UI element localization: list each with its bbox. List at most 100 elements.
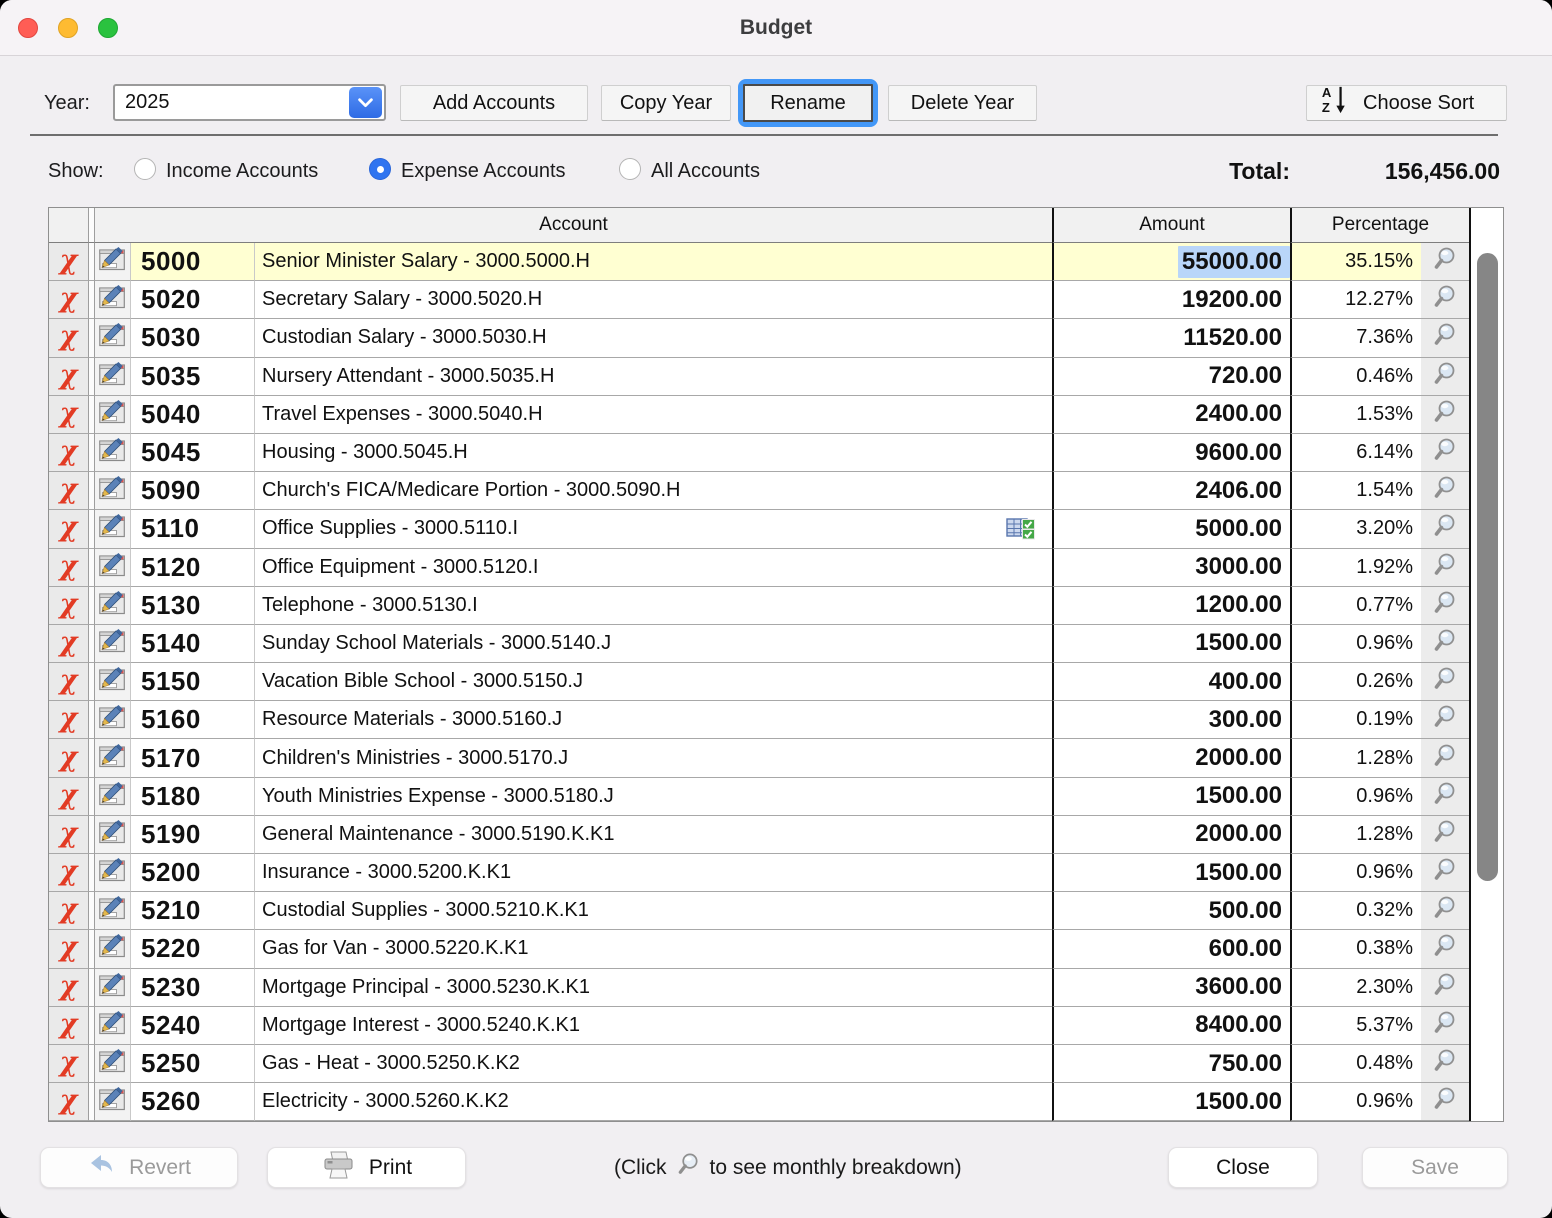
delete-row-button[interactable]: χ <box>49 396 89 434</box>
account-name-cell[interactable]: Travel Expenses - 3000.5040.H <box>255 396 1052 434</box>
delete-row-button[interactable]: χ <box>49 1045 89 1083</box>
table-scrollbar[interactable] <box>1469 208 1503 1121</box>
account-number-cell[interactable]: 5260 <box>131 1083 255 1121</box>
account-number-cell[interactable]: 5190 <box>131 816 255 854</box>
account-name-cell[interactable]: Electricity - 3000.5260.K.K2 <box>255 1083 1052 1121</box>
monthly-breakdown-button[interactable] <box>1421 930 1469 967</box>
amount-cell[interactable]: 19200.00 <box>1052 281 1290 319</box>
delete-year-button[interactable]: Delete Year <box>888 85 1037 121</box>
revert-button[interactable]: Revert <box>40 1147 238 1188</box>
monthly-breakdown-button[interactable] <box>1421 319 1469 356</box>
close-button[interactable]: Close <box>1168 1147 1318 1188</box>
amount-cell[interactable]: 5000.00 <box>1052 510 1290 548</box>
account-name-cell[interactable]: Vacation Bible School - 3000.5150.J <box>255 663 1052 701</box>
account-number-cell[interactable]: 5045 <box>131 434 255 472</box>
amount-cell[interactable]: 1500.00 <box>1052 1083 1290 1121</box>
edit-row-button[interactable] <box>95 358 131 396</box>
delete-row-button[interactable]: χ <box>49 319 89 357</box>
amount-cell[interactable]: 600.00 <box>1052 930 1290 968</box>
amount-cell[interactable]: 1500.00 <box>1052 625 1290 663</box>
edit-row-button[interactable] <box>95 739 131 777</box>
monthly-breakdown-button[interactable] <box>1421 1083 1469 1120</box>
account-name-cell[interactable]: Nursery Attendant - 3000.5035.H <box>255 358 1052 396</box>
account-number-cell[interactable]: 5250 <box>131 1045 255 1083</box>
edit-row-button[interactable] <box>95 281 131 319</box>
monthly-breakdown-button[interactable] <box>1421 434 1469 471</box>
account-number-cell[interactable]: 5240 <box>131 1007 255 1045</box>
delete-row-button[interactable]: χ <box>49 663 89 701</box>
account-number-cell[interactable]: 5160 <box>131 701 255 739</box>
monthly-breakdown-button[interactable] <box>1421 587 1469 624</box>
edit-row-button[interactable] <box>95 969 131 1007</box>
account-name-cell[interactable]: Office Equipment - 3000.5120.I <box>255 549 1052 587</box>
delete-row-button[interactable]: χ <box>49 281 89 319</box>
print-button[interactable]: Print <box>267 1147 466 1188</box>
account-number-cell[interactable]: 5090 <box>131 472 255 510</box>
delete-row-button[interactable]: χ <box>49 625 89 663</box>
scrollbar-thumb[interactable] <box>1477 253 1498 881</box>
radio-expense-accounts[interactable] <box>369 158 391 180</box>
delete-row-button[interactable]: χ <box>49 969 89 1007</box>
edit-row-button[interactable] <box>95 625 131 663</box>
account-name-cell[interactable]: General Maintenance - 3000.5190.K.K1 <box>255 816 1052 854</box>
monthly-breakdown-button[interactable] <box>1421 854 1469 891</box>
monthly-breakdown-button[interactable] <box>1421 816 1469 853</box>
account-number-cell[interactable]: 5150 <box>131 663 255 701</box>
account-name-cell[interactable]: Insurance - 3000.5200.K.K1 <box>255 854 1052 892</box>
edit-row-button[interactable] <box>95 854 131 892</box>
monthly-breakdown-button[interactable] <box>1421 778 1469 815</box>
amount-cell[interactable]: 11520.00 <box>1052 319 1290 357</box>
monthly-breakdown-button[interactable] <box>1421 663 1469 700</box>
delete-row-button[interactable]: χ <box>49 854 89 892</box>
rename-button[interactable]: Rename <box>738 79 878 127</box>
account-name-cell[interactable]: Children's Ministries - 3000.5170.J <box>255 739 1052 777</box>
edit-row-button[interactable] <box>95 1007 131 1045</box>
amount-cell[interactable]: 750.00 <box>1052 1045 1290 1083</box>
delete-row-button[interactable]: χ <box>49 816 89 854</box>
delete-row-button[interactable]: χ <box>49 549 89 587</box>
amount-cell[interactable]: 1200.00 <box>1052 587 1290 625</box>
amount-cell[interactable]: 300.00 <box>1052 701 1290 739</box>
monthly-breakdown-button[interactable] <box>1421 969 1469 1006</box>
edit-row-button[interactable] <box>95 472 131 510</box>
delete-row-button[interactable]: χ <box>49 892 89 930</box>
radio-income-accounts[interactable] <box>134 158 156 180</box>
amount-cell[interactable]: 2400.00 <box>1052 396 1290 434</box>
account-name-cell[interactable]: Gas for Van - 3000.5220.K.K1 <box>255 930 1052 968</box>
amount-cell[interactable]: 8400.00 <box>1052 1007 1290 1045</box>
edit-row-button[interactable] <box>95 892 131 930</box>
account-number-cell[interactable]: 5180 <box>131 778 255 816</box>
copy-year-button[interactable]: Copy Year <box>601 85 731 121</box>
account-number-cell[interactable]: 5040 <box>131 396 255 434</box>
monthly-breakdown-button[interactable] <box>1421 472 1469 509</box>
account-number-cell[interactable]: 5110 <box>131 510 255 548</box>
monthly-breakdown-button[interactable] <box>1421 625 1469 662</box>
account-name-cell[interactable]: Custodian Salary - 3000.5030.H <box>255 319 1052 357</box>
edit-row-button[interactable] <box>95 587 131 625</box>
account-number-cell[interactable]: 5130 <box>131 587 255 625</box>
account-number-cell[interactable]: 5020 <box>131 281 255 319</box>
edit-row-button[interactable] <box>95 549 131 587</box>
monthly-breakdown-button[interactable] <box>1421 739 1469 776</box>
edit-row-button[interactable] <box>95 1083 131 1121</box>
save-button[interactable]: Save <box>1362 1147 1508 1188</box>
account-name-cell[interactable]: Gas - Heat - 3000.5250.K.K2 <box>255 1045 1052 1083</box>
account-name-cell[interactable]: Telephone - 3000.5130.I <box>255 587 1052 625</box>
monthly-breakdown-button[interactable] <box>1421 510 1469 547</box>
amount-cell[interactable]: 1500.00 <box>1052 778 1290 816</box>
amount-cell[interactable]: 3000.00 <box>1052 549 1290 587</box>
amount-cell[interactable]: 9600.00 <box>1052 434 1290 472</box>
account-name-cell[interactable]: Secretary Salary - 3000.5020.H <box>255 281 1052 319</box>
account-number-cell[interactable]: 5000 <box>131 243 255 281</box>
account-number-cell[interactable]: 5200 <box>131 854 255 892</box>
amount-cell[interactable]: 1500.00 <box>1052 854 1290 892</box>
delete-row-button[interactable]: χ <box>49 739 89 777</box>
amount-cell[interactable]: 2406.00 <box>1052 472 1290 510</box>
monthly-breakdown-button[interactable] <box>1421 1045 1469 1082</box>
delete-row-button[interactable]: χ <box>49 930 89 968</box>
account-name-cell[interactable]: Sunday School Materials - 3000.5140.J <box>255 625 1052 663</box>
account-number-cell[interactable]: 5140 <box>131 625 255 663</box>
choose-sort-button[interactable]: A Z Choose Sort <box>1306 85 1507 121</box>
account-name-cell[interactable]: Office Supplies - 3000.5110.I <box>255 510 1052 548</box>
account-number-cell[interactable]: 5030 <box>131 319 255 357</box>
